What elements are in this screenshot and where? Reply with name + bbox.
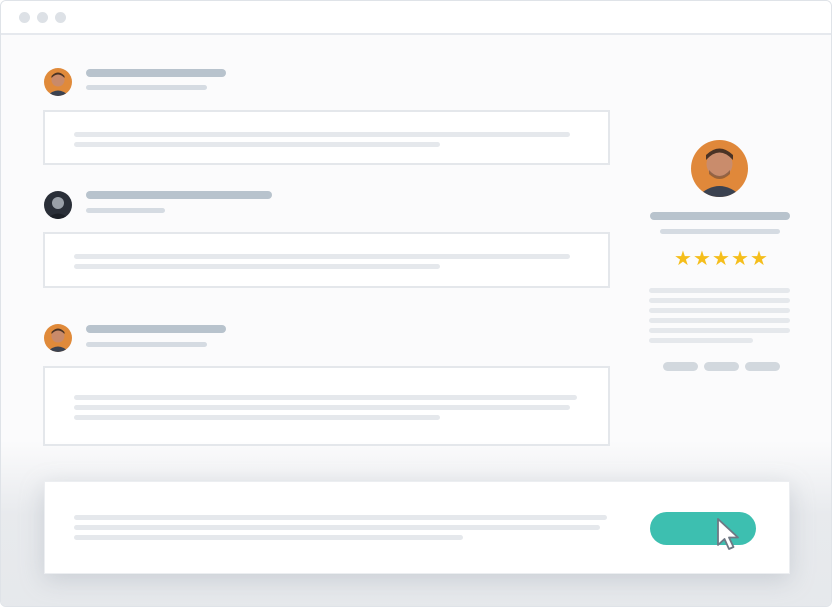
reviewer-avatar[interactable] — [44, 324, 72, 352]
cta-text-line — [74, 515, 607, 520]
star-icon: ★ — [693, 248, 711, 270]
review-text-line — [74, 254, 570, 259]
browser-window: ★ ★ ★ ★ ★ — [0, 0, 832, 607]
profile-bio-line — [649, 318, 790, 323]
profile-bio-line — [649, 298, 790, 303]
cta-panel — [44, 481, 790, 574]
review-date-placeholder — [86, 85, 207, 90]
review-card — [43, 366, 610, 446]
window-dot-icon[interactable] — [55, 12, 66, 23]
review-text-line — [74, 395, 577, 400]
window-dot-icon[interactable] — [37, 12, 48, 23]
review-card — [43, 110, 610, 165]
window-titlebar — [1, 1, 831, 35]
cta-text-line — [74, 535, 463, 540]
reviewer-name-placeholder — [86, 325, 226, 333]
reviewer-avatar[interactable] — [44, 68, 72, 96]
review-card — [43, 232, 610, 288]
star-icon: ★ — [674, 248, 692, 270]
review-text-line — [74, 264, 440, 269]
cursor-icon — [717, 518, 739, 550]
reviewer-avatar[interactable] — [44, 191, 72, 219]
review-text-line — [74, 405, 570, 410]
review-text-line — [74, 132, 570, 137]
profile-name-placeholder — [650, 212, 790, 220]
review-date-placeholder — [86, 208, 165, 213]
profile-avatar[interactable] — [691, 140, 748, 197]
cta-text-line — [74, 525, 600, 530]
avatar-icon — [44, 68, 72, 96]
profile-tag[interactable] — [704, 362, 739, 371]
star-icon: ★ — [750, 248, 768, 270]
star-icon: ★ — [712, 248, 730, 270]
reviewer-name-placeholder — [86, 69, 226, 77]
profile-tag[interactable] — [663, 362, 698, 371]
review-text-line — [74, 142, 440, 147]
profile-tag[interactable] — [745, 362, 780, 371]
review-text-line — [74, 415, 440, 420]
review-date-placeholder — [86, 342, 207, 347]
avatar-icon — [691, 140, 748, 197]
profile-bio-line — [649, 338, 753, 343]
profile-title-placeholder — [660, 229, 780, 234]
avatar-icon — [44, 191, 72, 219]
profile-bio-line — [649, 308, 790, 313]
star-icon: ★ — [731, 248, 749, 270]
profile-bio-line — [649, 328, 790, 333]
profile-bio-line — [649, 288, 790, 293]
reviewer-name-placeholder — [86, 191, 272, 199]
avatar-icon — [44, 324, 72, 352]
window-dot-icon[interactable] — [19, 12, 30, 23]
